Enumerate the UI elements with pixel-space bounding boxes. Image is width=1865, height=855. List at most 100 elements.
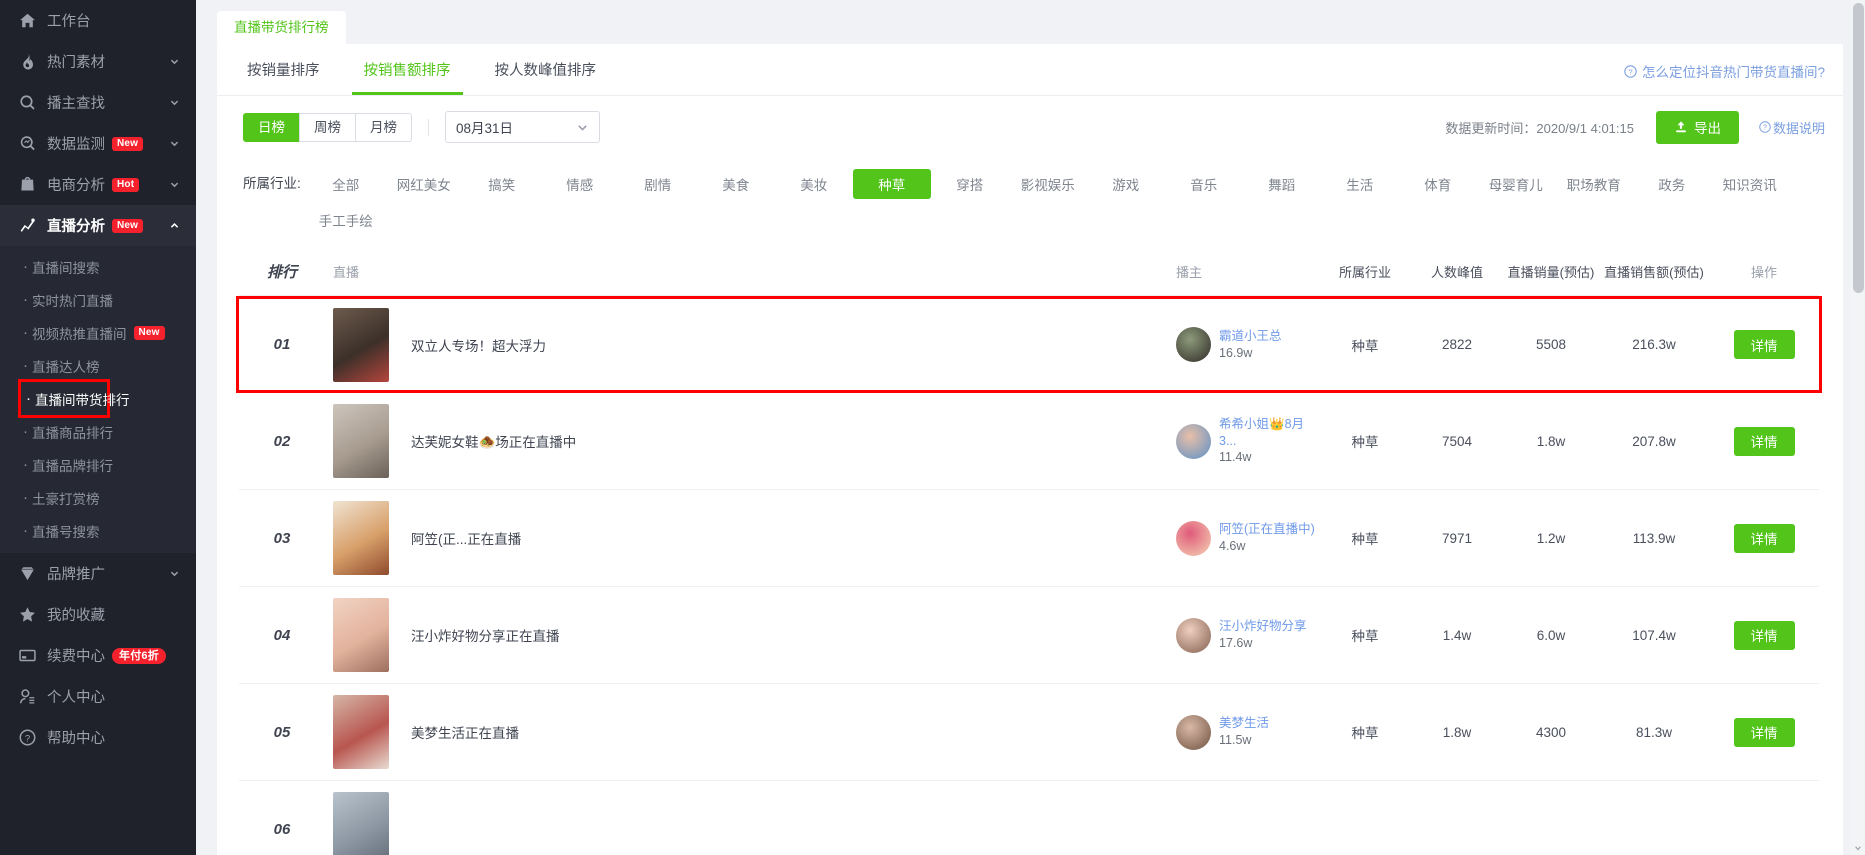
card-icon <box>18 646 37 665</box>
sidebar-subitem-2[interactable]: 视频热推直播间 New <box>0 316 196 349</box>
sidebar-subitem-1[interactable]: 实时热门直播 <box>0 283 196 316</box>
industry-chip-6[interactable]: 美妆 <box>775 169 853 199</box>
scrollbar-thumb[interactable] <box>1853 3 1864 293</box>
range-button-0[interactable]: 日榜 <box>243 112 300 142</box>
industry-chip-13[interactable]: 生活 <box>1321 169 1399 199</box>
data-note-link[interactable]: ? 数据说明 <box>1759 118 1825 137</box>
sort-tab-1[interactable]: 按销售额排序 <box>351 44 463 95</box>
range-button-2[interactable]: 月榜 <box>355 112 412 142</box>
chevron-up-icon[interactable] <box>168 220 180 232</box>
chart-line-icon <box>18 216 37 235</box>
host-name[interactable]: 美梦生活 <box>1219 715 1269 732</box>
live-thumbnail[interactable] <box>333 695 389 769</box>
industry-chip-3[interactable]: 情感 <box>541 169 619 199</box>
detail-button[interactable]: 详情 <box>1733 523 1795 553</box>
industry-chip-4[interactable]: 剧情 <box>619 169 697 199</box>
search-icon <box>18 93 37 112</box>
date-picker[interactable]: 08月31日 <box>445 111 600 143</box>
table-row[interactable]: 01 双立人专场！超大浮力 霸道小王总 16.9w 种草 2822 5508 216.3w 详情 <box>236 296 1822 393</box>
industry-chip-7[interactable]: 种草 <box>852 169 931 199</box>
sidebar-item-2[interactable]: 播主查找 <box>0 82 196 123</box>
industry-chip-15[interactable]: 母婴育儿 <box>1477 169 1555 199</box>
detail-button[interactable]: 详情 <box>1733 330 1795 359</box>
table-row[interactable]: 03 阿笠(正...正在直播 阿笠(正在直播中) 4.6w 种草 7971 1.2w 113.… <box>239 490 1819 587</box>
industry-chip-19[interactable]: 手工手绘 <box>307 205 385 235</box>
table-row[interactable]: 02 达芙妮女鞋🧆场正在直播中 希希小姐👑8月3... 11.4w 种草 7504 1.8w… <box>239 393 1819 490</box>
row-live-cell: 美梦生活正在直播 <box>325 695 1176 769</box>
sidebar-subitem-0[interactable]: 直播间搜索 <box>0 250 196 283</box>
industry-chip-17[interactable]: 政务 <box>1633 169 1711 199</box>
live-thumbnail[interactable] <box>333 501 389 575</box>
industry-chip-9[interactable]: 影视娱乐 <box>1009 169 1087 199</box>
row-host-cell: 美梦生活 11.5w <box>1176 714 1319 750</box>
avatar[interactable] <box>1176 327 1211 362</box>
avatar[interactable] <box>1176 617 1211 653</box>
sidebar-item-bottom-1[interactable]: 我的收藏 <box>0 594 196 635</box>
sidebar-subitem-7[interactable]: 土豪打赏榜 <box>0 481 196 514</box>
live-title[interactable]: 阿笠(正...正在直播 <box>411 528 521 548</box>
row-host-cell: 霸道小王总 16.9w <box>1176 327 1319 362</box>
page-scrollbar[interactable] <box>1851 0 1865 855</box>
detail-button[interactable]: 详情 <box>1733 717 1795 747</box>
industry-chip-12[interactable]: 舞蹈 <box>1243 169 1321 199</box>
sort-tab-2[interactable]: 按人数峰值排序 <box>483 44 609 95</box>
avatar[interactable] <box>1176 520 1211 556</box>
industry-chip-10[interactable]: 游戏 <box>1087 169 1165 199</box>
live-title[interactable]: 双立人专场！超大浮力 <box>411 335 546 355</box>
page-tab-live-ranking[interactable]: 直播带货排行榜 <box>217 11 346 44</box>
sidebar-subitem-6[interactable]: 直播品牌排行 <box>0 448 196 481</box>
chevron-down-icon[interactable] <box>168 568 180 580</box>
live-title[interactable]: 美梦生活正在直播 <box>411 722 519 742</box>
industry-chip-1[interactable]: 网红美女 <box>385 169 463 199</box>
sidebar-subitem-3[interactable]: 直播达人榜 <box>0 349 196 382</box>
sidebar-subitem-5[interactable]: 直播商品排行 <box>0 415 196 448</box>
host-name[interactable]: 阿笠(正在直播中) <box>1219 521 1315 538</box>
avatar[interactable] <box>1176 714 1211 750</box>
chevron-down-icon[interactable] <box>168 97 180 109</box>
industry-chip-0[interactable]: 全部 <box>307 169 385 199</box>
host-name[interactable]: 汪小炸好物分享 <box>1219 618 1307 635</box>
host-name[interactable]: 希希小姐👑8月3... <box>1219 416 1319 450</box>
row-rank: 03 <box>273 529 291 547</box>
industry-chip-11[interactable]: 音乐 <box>1165 169 1243 199</box>
help-link[interactable]: ? 怎么定位抖音热门带货直播间? <box>1624 61 1825 81</box>
industry-chip-2[interactable]: 搞笑 <box>463 169 541 199</box>
live-thumbnail[interactable] <box>333 792 389 855</box>
sidebar-item-1[interactable]: 热门素材 <box>0 41 196 82</box>
range-button-1[interactable]: 周榜 <box>299 112 356 142</box>
sidebar-item-3[interactable]: 数据监测 New <box>0 123 196 164</box>
industry-chip-14[interactable]: 体育 <box>1399 169 1477 199</box>
sidebar-item-0[interactable]: 工作台 <box>0 0 196 41</box>
table-row[interactable]: 06 <box>239 781 1819 855</box>
export-button[interactable]: 导出 <box>1655 110 1739 144</box>
live-thumbnail[interactable] <box>333 404 389 478</box>
industry-chip-5[interactable]: 美食 <box>697 169 775 199</box>
sidebar-item-bottom-3[interactable]: 个人中心 <box>0 676 196 717</box>
live-title[interactable]: 汪小炸好物分享正在直播 <box>411 625 560 645</box>
chevron-down-icon[interactable] <box>168 179 180 191</box>
chevron-down-icon[interactable] <box>168 56 180 68</box>
sidebar-subitem-4[interactable]: 直播间带货排行 <box>18 379 130 418</box>
detail-button[interactable]: 详情 <box>1733 620 1795 650</box>
sort-tab-0[interactable]: 按销量排序 <box>235 44 332 95</box>
industry-chip-16[interactable]: 职场教育 <box>1555 169 1633 199</box>
avatar[interactable] <box>1176 423 1211 459</box>
sidebar: 工作台热门素材播主查找数据监测 New 电商分析 Hot 直播分析 New 直播间搜索实时… <box>0 0 196 855</box>
live-title[interactable]: 达芙妮女鞋🧆场正在直播中 <box>411 431 576 451</box>
live-thumbnail[interactable] <box>333 598 389 672</box>
table-row[interactable]: 04 汪小炸好物分享正在直播 汪小炸好物分享 17.6w 种草 1.4w 6.0w 107.4… <box>239 587 1819 684</box>
detail-button[interactable]: 详情 <box>1733 426 1795 456</box>
industry-chip-8[interactable]: 穿搭 <box>931 169 1009 199</box>
live-thumbnail[interactable] <box>333 307 389 382</box>
host-name[interactable]: 霸道小王总 <box>1219 328 1282 345</box>
sidebar-item-5[interactable]: 直播分析 New <box>0 205 196 246</box>
sidebar-item-bottom-4[interactable]: ? 帮助中心 <box>0 717 196 758</box>
industry-chip-18[interactable]: 知识资讯 <box>1711 169 1789 199</box>
sidebar-item-4[interactable]: 电商分析 Hot <box>0 164 196 205</box>
scroll-down-arrow[interactable] <box>1851 841 1865 855</box>
sidebar-item-bottom-2[interactable]: 续费中心 年付6折 <box>0 635 196 676</box>
table-row[interactable]: 05 美梦生活正在直播 美梦生活 11.5w 种草 1.8w 4300 81.3w 详情 <box>239 684 1819 781</box>
chevron-down-icon[interactable] <box>168 138 180 150</box>
sidebar-item-bottom-0[interactable]: 品牌推广 <box>0 553 196 594</box>
sidebar-subitem-8[interactable]: 直播号搜索 <box>0 514 196 547</box>
